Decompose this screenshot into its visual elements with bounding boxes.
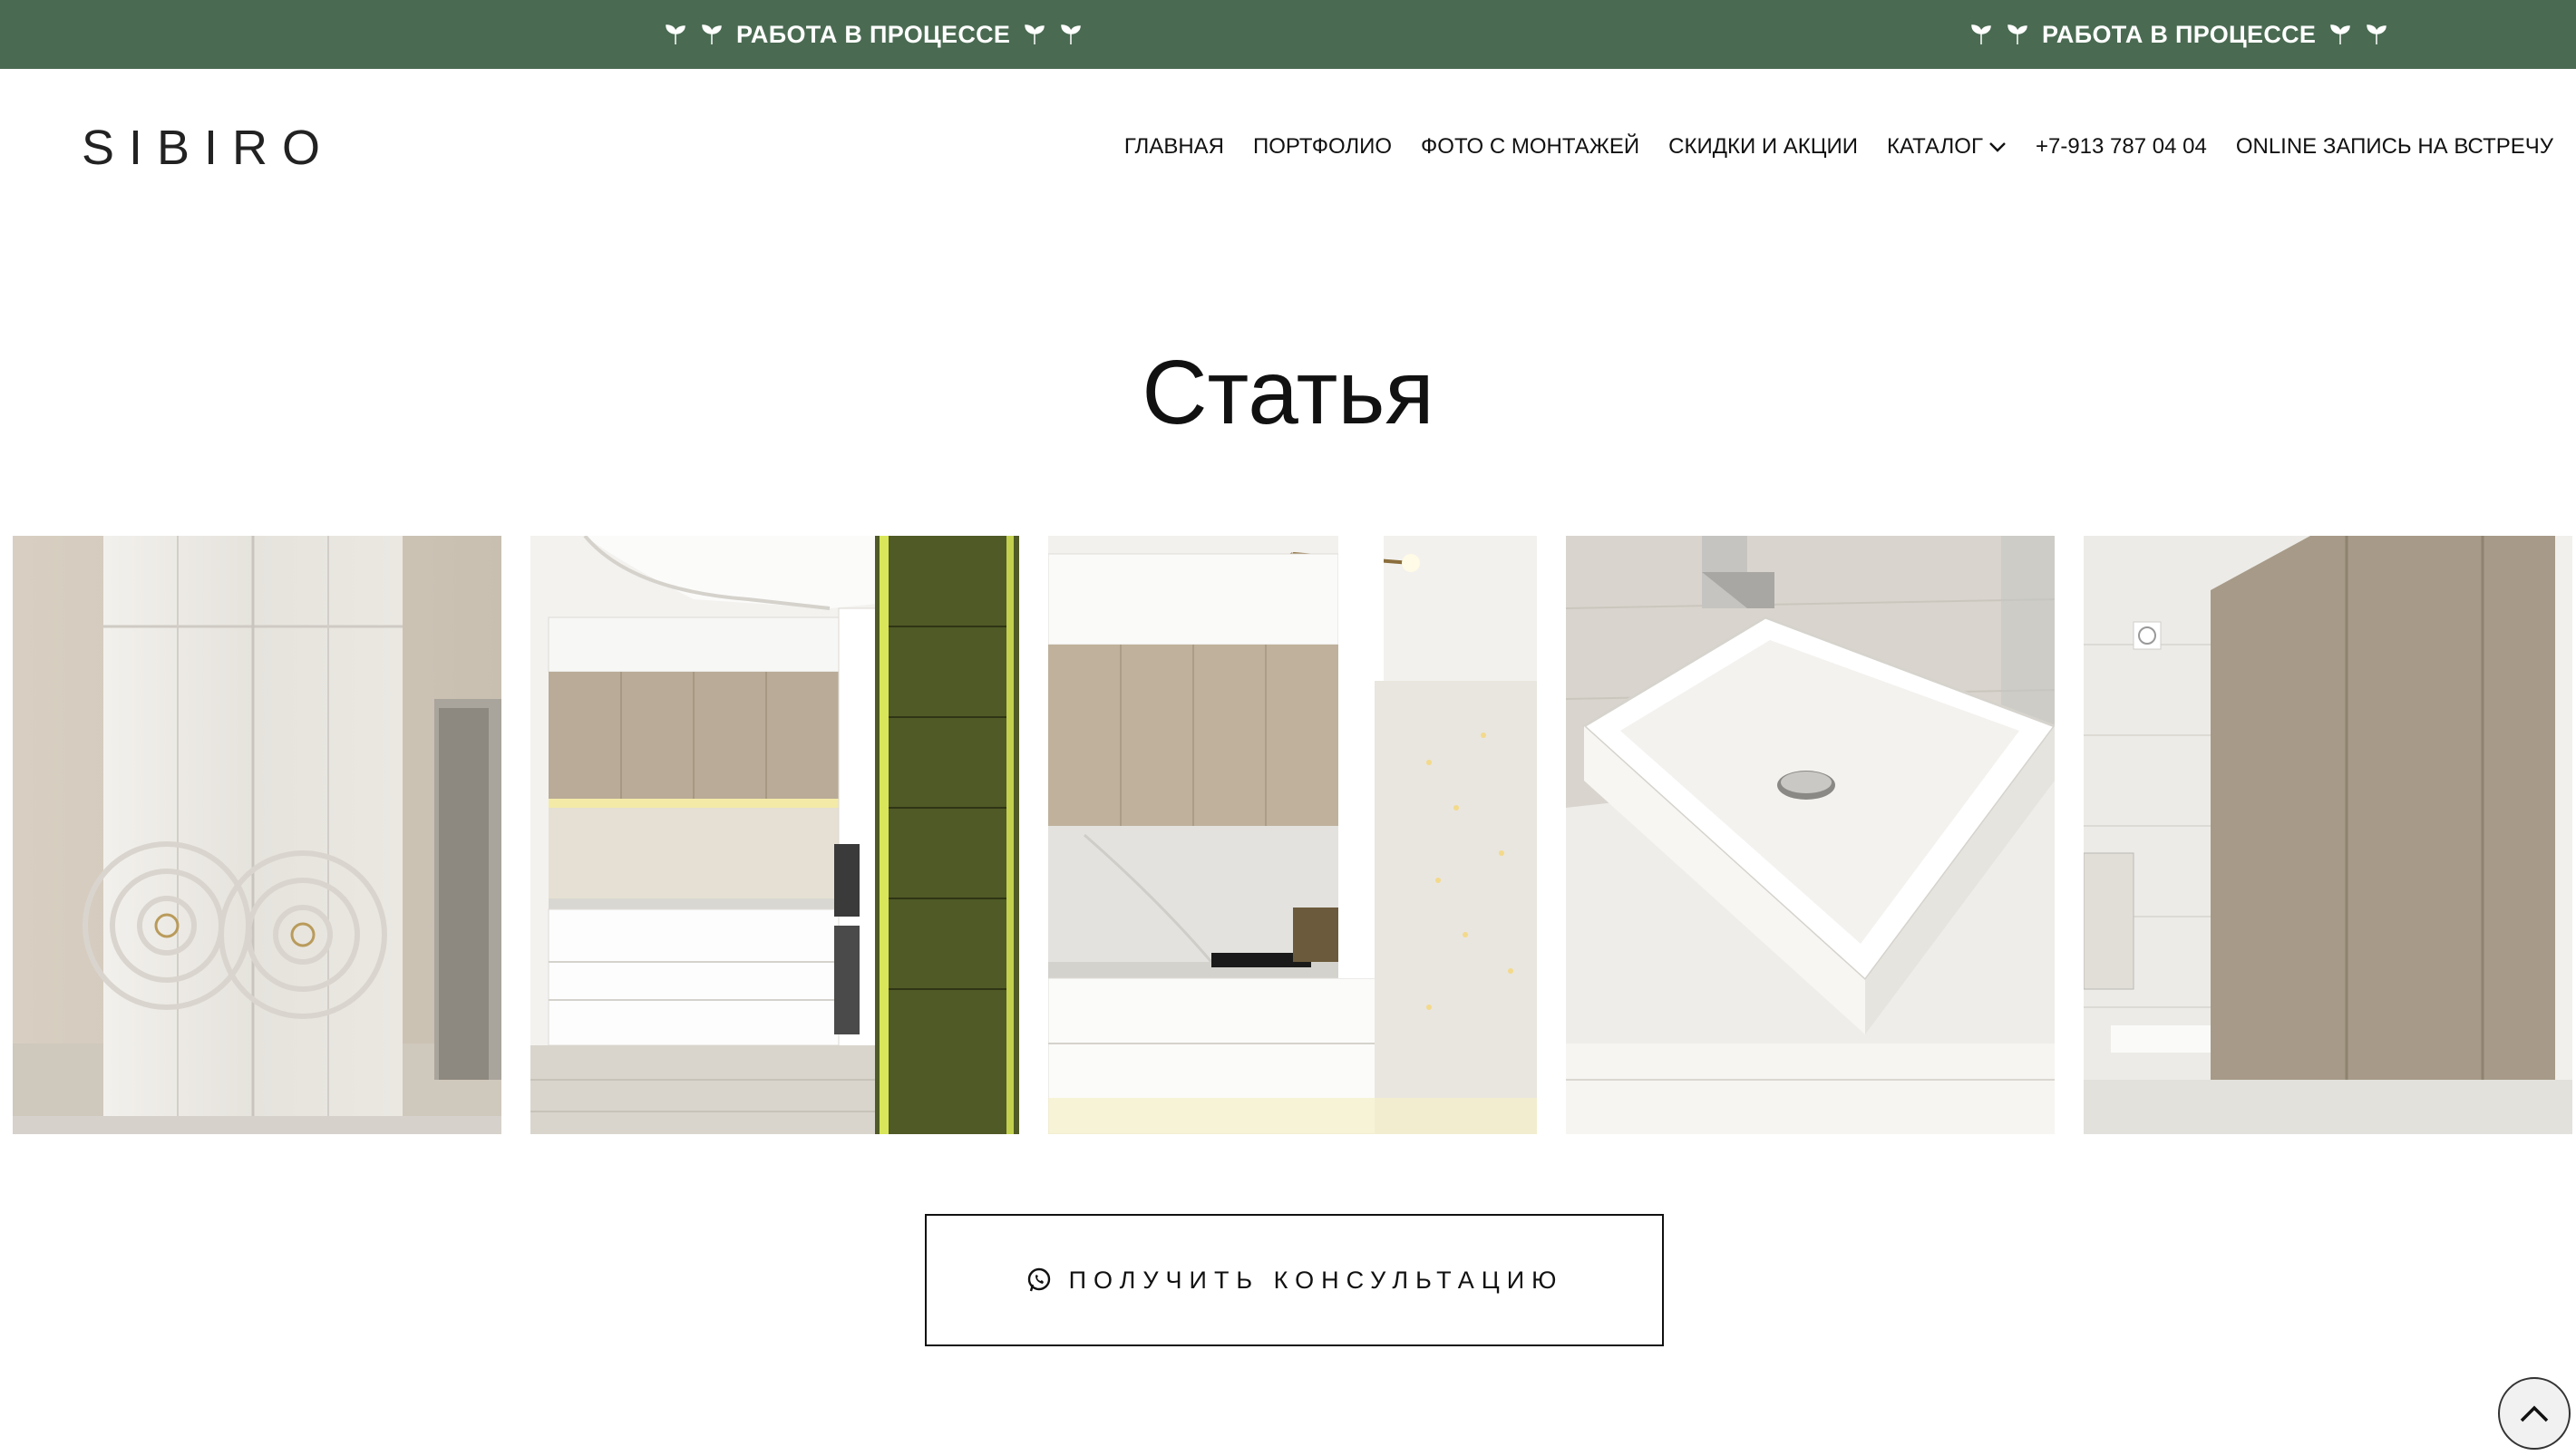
nav-item-install-photos[interactable]: ФОТО С МОНТАЖЕЙ [1421,134,1639,160]
banner-text: РАБОТА В ПРОЦЕССЕ [736,20,1011,48]
whatsapp-icon [1027,1267,1050,1292]
sprout-icon [2007,24,2027,44]
chevron-down-icon [1989,142,2006,152]
nav-item-discounts[interactable]: СКИДКИ И АКЦИИ [1668,134,1858,160]
announcement-banner: РАБОТА В ПРОЦЕССЕ РАБОТА В ПРОЦЕССЕ [0,0,2576,69]
chevron-up-icon [2520,1405,2549,1422]
gallery-photo-vessel-sink[interactable] [1566,536,2055,1134]
scroll-to-top-button[interactable] [2498,1377,2571,1450]
main-nav: ГЛАВНАЯ ПОРТФОЛИО ФОТО С МОНТАЖЕЙ СКИДКИ… [1095,134,2553,160]
gallery-photo-wardrobe[interactable] [13,536,501,1134]
sprout-icon [702,24,722,44]
cta-label: ПОЛУЧИТЬ КОНСУЛЬТАЦИЮ [1068,1266,1564,1294]
get-consultation-button[interactable]: ПОЛУЧИТЬ КОНСУЛЬТАЦИЮ [925,1214,1664,1346]
page-title: Статья [1142,342,1434,443]
nav-item-portfolio[interactable]: ПОРТФОЛИО [1253,134,1392,160]
banner-message-right: РАБОТА В ПРОЦЕССЕ [1969,0,2388,69]
banner-text: РАБОТА В ПРОЦЕССЕ [2042,20,2317,48]
gallery-photo-bathroom-cabinet[interactable] [2084,536,2572,1134]
site-logo[interactable]: SIBIRO [82,120,335,176]
gallery-photo-kitchen-chandelier[interactable] [1048,536,1537,1134]
gallery-photo-corner-kitchen[interactable] [530,536,1019,1134]
sprout-icon [1025,24,1045,44]
site-header: SIBIRO ГЛАВНАЯ ПОРТФОЛИО ФОТО С МОНТАЖЕЙ… [0,69,2576,225]
sprout-icon [2330,24,2350,44]
nav-item-catalog-label: КАТАЛОГ [1887,134,1983,159]
nav-item-catalog[interactable]: КАТАЛОГ [1887,134,2007,160]
sprout-icon [1061,24,1081,44]
banner-message-left: РАБОТА В ПРОЦЕССЕ [664,0,1083,69]
sprout-icon [1971,24,1991,44]
nav-item-online-booking[interactable]: ONLINE ЗАПИСЬ НА ВСТРЕЧУ [2236,134,2553,160]
nav-item-home[interactable]: ГЛАВНАЯ [1124,134,1224,160]
photo-gallery [13,536,2576,1134]
sprout-icon [666,24,685,44]
nav-item-phone[interactable]: +7-913 787 04 04 [2036,134,2207,160]
sprout-icon [2367,24,2386,44]
